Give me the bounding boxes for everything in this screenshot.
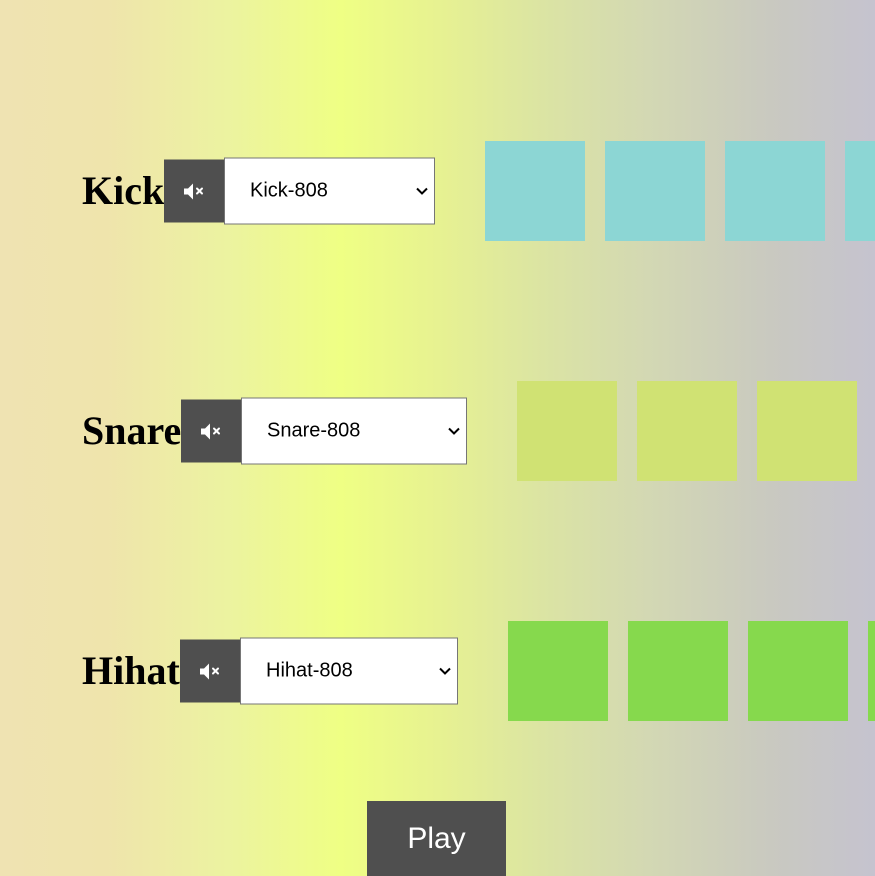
step-pad-hihat-4[interactable]: [868, 621, 875, 721]
step-pad-snare-3[interactable]: [757, 381, 857, 481]
sound-select-value: Hihat-808: [266, 659, 353, 682]
mute-button-snare[interactable]: [181, 399, 241, 463]
track-kick: Kick Kick-808: [0, 141, 875, 241]
volume-mute-icon: [201, 423, 220, 439]
chevron-down-icon: [416, 187, 428, 195]
track-label-hihat: Hihat: [82, 648, 180, 693]
chevron-down-icon: [448, 427, 460, 435]
mute-button-hihat[interactable]: [180, 639, 240, 703]
sound-select-snare[interactable]: Snare-808: [241, 397, 467, 465]
step-pad-hihat-2[interactable]: [628, 621, 728, 721]
track-label-snare: Snare: [82, 408, 182, 453]
step-pad-kick-2[interactable]: [605, 141, 705, 241]
step-pad-hihat-1[interactable]: [508, 621, 608, 721]
volume-mute-icon: [184, 183, 203, 199]
step-pad-hihat-3[interactable]: [748, 621, 848, 721]
sound-select-value: Kick-808: [250, 179, 328, 202]
chevron-down-icon: [439, 667, 451, 675]
mute-button-kick[interactable]: [164, 159, 224, 223]
step-pad-snare-2[interactable]: [637, 381, 737, 481]
sound-select-value: Snare-808: [267, 419, 361, 442]
track-hihat: Hihat Hihat-808: [0, 621, 875, 721]
volume-mute-icon: [200, 663, 219, 679]
step-pad-kick-4[interactable]: [845, 141, 875, 241]
play-button[interactable]: Play: [367, 801, 506, 876]
sound-select-kick[interactable]: Kick-808: [224, 157, 435, 225]
step-pad-kick-1[interactable]: [485, 141, 585, 241]
track-label-kick: Kick: [82, 168, 165, 213]
track-snare: Snare Snare-808: [0, 381, 875, 481]
step-pad-snare-1[interactable]: [517, 381, 617, 481]
step-pad-kick-3[interactable]: [725, 141, 825, 241]
sound-select-hihat[interactable]: Hihat-808: [240, 637, 458, 705]
